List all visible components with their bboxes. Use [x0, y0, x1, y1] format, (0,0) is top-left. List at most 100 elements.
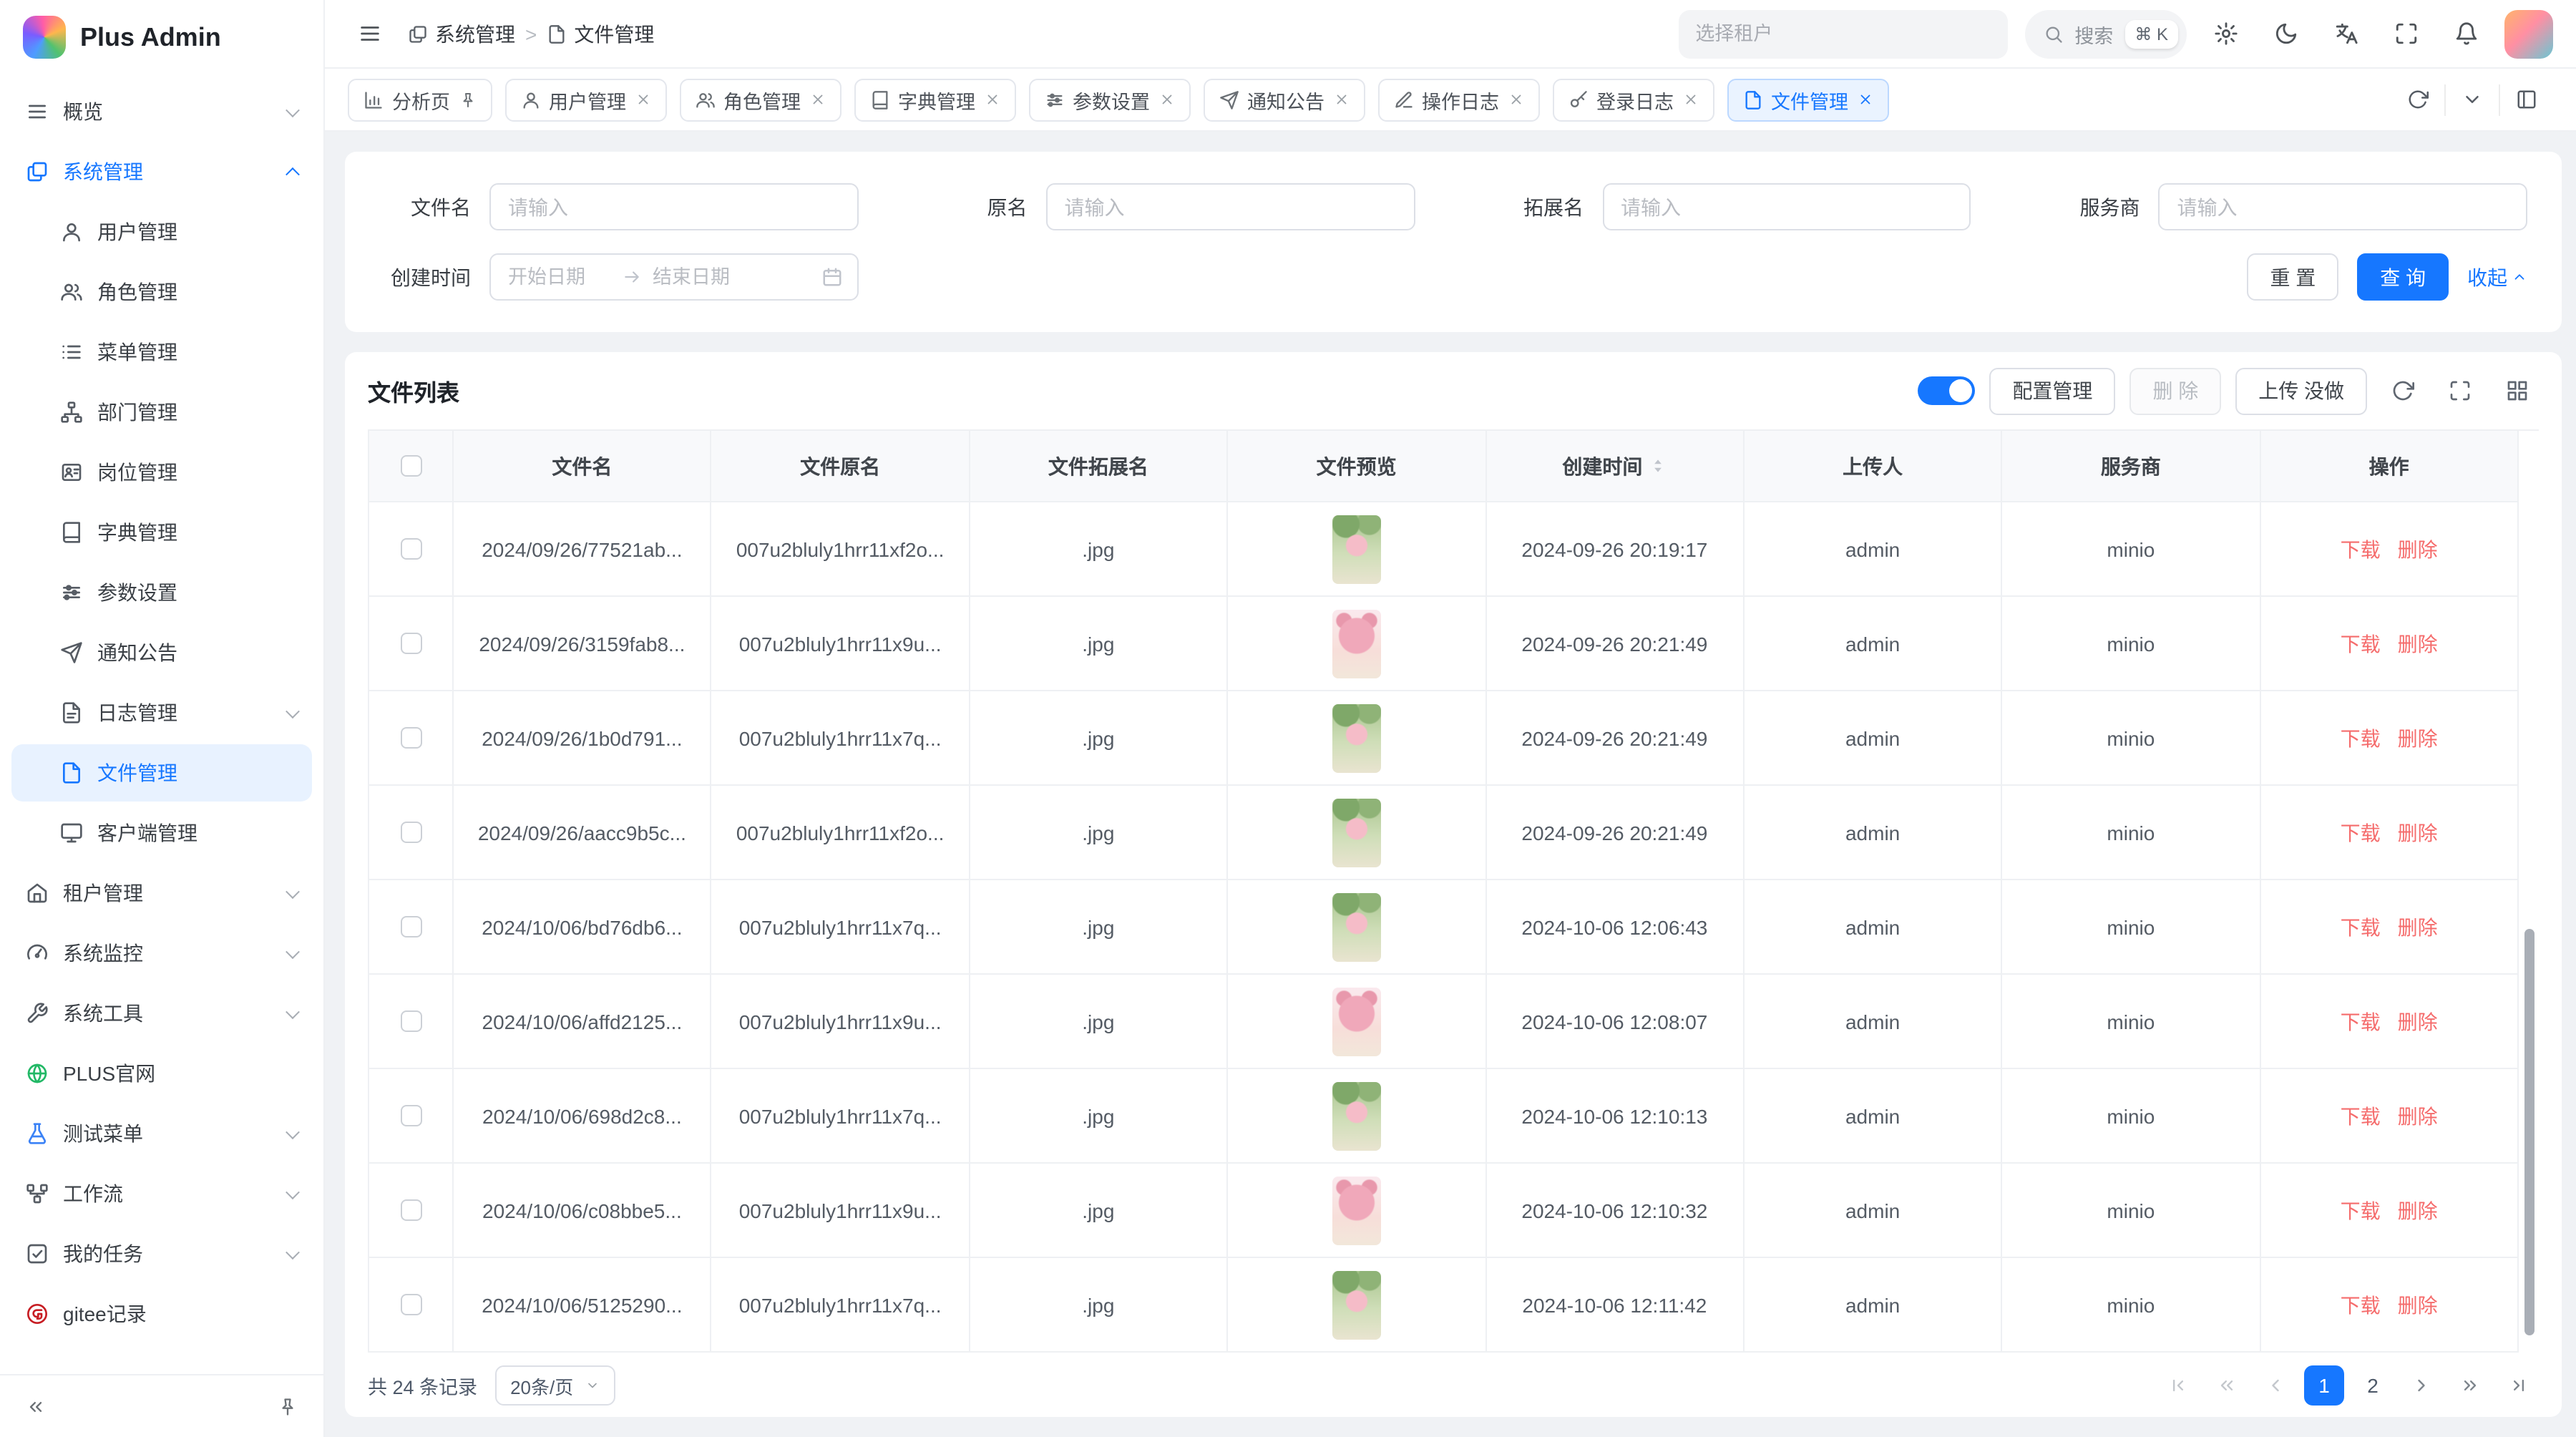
- close-icon[interactable]: [984, 92, 1000, 107]
- row-checkbox[interactable]: [400, 1105, 421, 1126]
- collapse-link[interactable]: 收起: [2467, 263, 2527, 291]
- sidebar-item[interactable]: 系统监控: [11, 925, 312, 982]
- start-date-input[interactable]: [505, 265, 614, 289]
- page-tab[interactable]: 字典管理: [854, 78, 1015, 121]
- sidebar-item[interactable]: 系统管理: [11, 143, 312, 200]
- page-tab[interactable]: 分析页: [348, 78, 492, 121]
- file-preview-image[interactable]: [1332, 703, 1381, 772]
- download-link[interactable]: 下载: [2341, 535, 2381, 563]
- download-link[interactable]: 下载: [2341, 1101, 2381, 1130]
- table-scrollbar[interactable]: [2524, 930, 2534, 1336]
- columns-button[interactable]: [2496, 369, 2539, 412]
- sidebar-item[interactable]: 岗位管理: [11, 444, 312, 501]
- sidebar-item[interactable]: 通知公告: [11, 624, 312, 681]
- breadcrumb-item[interactable]: 文件管理: [547, 19, 654, 48]
- close-icon[interactable]: [1857, 92, 1873, 107]
- page-size-select[interactable]: 20条/页: [494, 1365, 615, 1406]
- page-tab[interactable]: 用户管理: [504, 78, 666, 121]
- download-link[interactable]: 下载: [2341, 629, 2381, 658]
- sidebar-item[interactable]: 参数设置: [11, 564, 312, 621]
- sidebar-item[interactable]: 概览: [11, 83, 312, 140]
- row-checkbox[interactable]: [400, 1294, 421, 1315]
- upload-button[interactable]: 上传 没做: [2235, 367, 2367, 414]
- query-button[interactable]: 查 询: [2357, 253, 2449, 301]
- delete-link[interactable]: 删除: [2398, 1196, 2438, 1224]
- delete-link[interactable]: 删除: [2398, 629, 2438, 658]
- global-search[interactable]: 搜索 ⌘ K: [2024, 9, 2187, 58]
- file-preview-image[interactable]: [1332, 1176, 1381, 1244]
- filter-input[interactable]: [1046, 183, 1415, 230]
- column-header[interactable]: 文件预览: [1228, 431, 1486, 502]
- file-preview-image[interactable]: [1332, 609, 1381, 678]
- page-tab[interactable]: 通知公告: [1203, 78, 1365, 121]
- page-tab[interactable]: 文件管理: [1727, 78, 1888, 121]
- settings-button[interactable]: [2204, 12, 2247, 55]
- notifications-button[interactable]: [2444, 12, 2487, 55]
- file-preview-image[interactable]: [1332, 987, 1381, 1056]
- page-tab[interactable]: 登录日志: [1552, 78, 1714, 121]
- delete-link[interactable]: 删除: [2398, 818, 2438, 847]
- delete-link[interactable]: 删除: [2398, 1290, 2438, 1319]
- file-preview-image[interactable]: [1332, 892, 1381, 961]
- page-tab[interactable]: 参数设置: [1028, 78, 1190, 121]
- close-icon[interactable]: [635, 92, 650, 107]
- row-checkbox[interactable]: [400, 1010, 421, 1032]
- last-page-button[interactable]: [2499, 1365, 2539, 1406]
- sidebar-item[interactable]: 测试菜单: [11, 1105, 312, 1162]
- table-fullscreen-button[interactable]: [2439, 369, 2482, 412]
- page-tab[interactable]: 操作日志: [1377, 78, 1539, 121]
- sidebar-pin-button[interactable]: [269, 1388, 306, 1425]
- row-checkbox[interactable]: [400, 822, 421, 843]
- sidebar-item[interactable]: 部门管理: [11, 384, 312, 441]
- close-icon[interactable]: [1158, 92, 1174, 107]
- file-preview-image[interactable]: [1332, 515, 1381, 583]
- download-link[interactable]: 下载: [2341, 1196, 2381, 1224]
- user-avatar[interactable]: [2504, 9, 2553, 58]
- column-header[interactable]: 服务商: [2003, 431, 2261, 502]
- sidebar-item[interactable]: 客户端管理: [11, 804, 312, 862]
- download-link[interactable]: 下载: [2341, 724, 2381, 752]
- breadcrumb-item[interactable]: 系统管理: [408, 19, 515, 48]
- close-icon[interactable]: [809, 92, 825, 107]
- delete-link[interactable]: 删除: [2398, 1101, 2438, 1130]
- file-preview-image[interactable]: [1332, 798, 1381, 867]
- prev-page-button[interactable]: [2255, 1365, 2296, 1406]
- download-link[interactable]: 下载: [2341, 1290, 2381, 1319]
- batch-delete-button[interactable]: 删 除: [2129, 367, 2221, 414]
- row-checkbox[interactable]: [400, 1199, 421, 1221]
- delete-link[interactable]: 删除: [2398, 912, 2438, 941]
- delete-link[interactable]: 删除: [2398, 724, 2438, 752]
- sidebar-item[interactable]: 系统工具: [11, 985, 312, 1042]
- first-page-button[interactable]: [2158, 1365, 2198, 1406]
- sidebar-item[interactable]: 日志管理: [11, 684, 312, 741]
- column-header[interactable]: 文件原名: [712, 431, 970, 502]
- row-checkbox[interactable]: [400, 538, 421, 560]
- file-preview-image[interactable]: [1332, 1270, 1381, 1339]
- close-icon[interactable]: [1508, 92, 1523, 107]
- table-toggle[interactable]: [1918, 376, 1975, 405]
- refresh-tab-button[interactable]: [2390, 84, 2444, 115]
- filter-input[interactable]: [489, 183, 859, 230]
- next-page-button[interactable]: [2401, 1365, 2441, 1406]
- row-checkbox[interactable]: [400, 633, 421, 654]
- column-header[interactable]: 上传人: [1745, 431, 2003, 502]
- column-header[interactable]: 创建时间: [1486, 431, 1745, 502]
- sidebar-item[interactable]: 租户管理: [11, 864, 312, 922]
- delete-link[interactable]: 删除: [2398, 535, 2438, 563]
- sidebar-item[interactable]: 字典管理: [11, 504, 312, 561]
- page-number-button[interactable]: 1: [2304, 1365, 2344, 1406]
- sidebar-item[interactable]: 文件管理: [11, 744, 312, 802]
- column-header[interactable]: 文件拓展名: [970, 431, 1229, 502]
- close-icon[interactable]: [1682, 92, 1698, 107]
- filter-input[interactable]: [2159, 183, 2528, 230]
- prev-jump-button[interactable]: [2207, 1365, 2247, 1406]
- close-icon[interactable]: [1333, 92, 1349, 107]
- layout-button[interactable]: [2499, 84, 2553, 115]
- end-date-input[interactable]: [650, 265, 758, 289]
- reset-button[interactable]: 重 置: [2247, 253, 2338, 301]
- download-link[interactable]: 下载: [2341, 1007, 2381, 1036]
- select-all-checkbox[interactable]: [400, 455, 421, 477]
- sort-icon[interactable]: [1648, 457, 1667, 475]
- app-logo[interactable]: Plus Admin: [0, 0, 323, 74]
- column-header[interactable]: 文件名: [454, 431, 712, 502]
